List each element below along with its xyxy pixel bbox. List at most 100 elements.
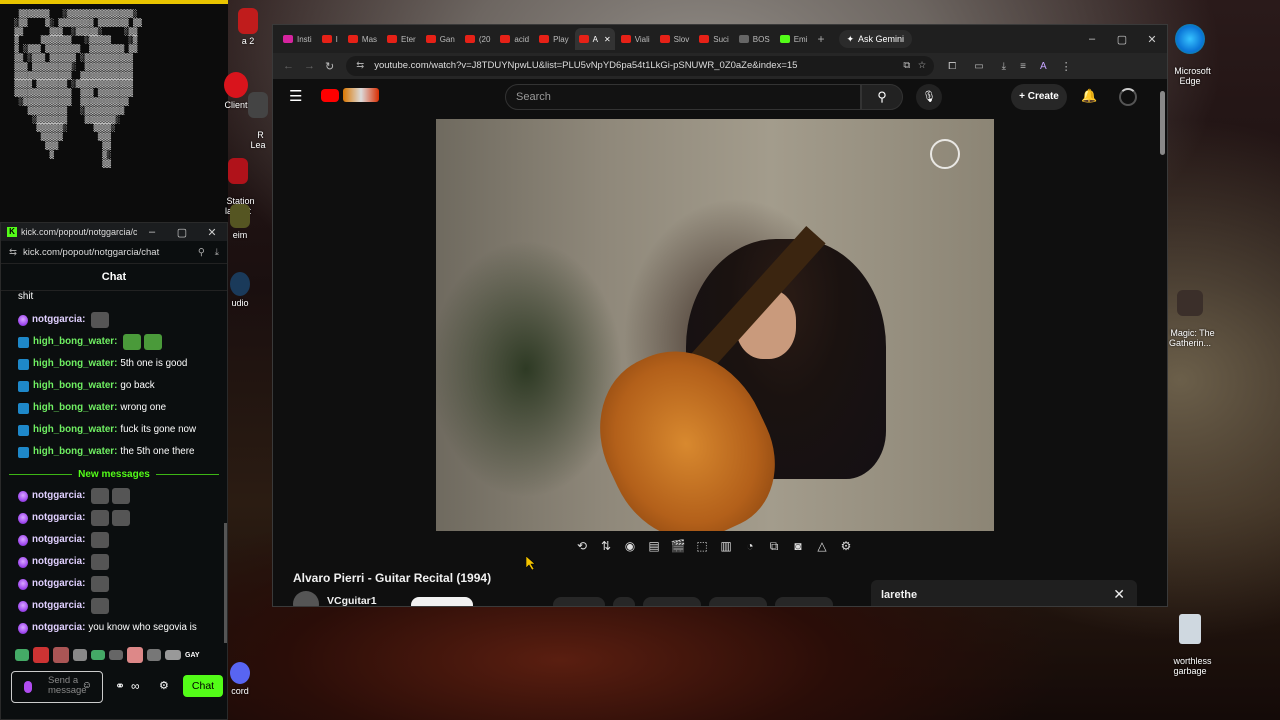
chat-username[interactable]: high_bong_water: bbox=[33, 331, 117, 353]
search-input[interactable]: Search bbox=[505, 84, 861, 110]
chat-username[interactable]: high_bong_water: bbox=[33, 397, 117, 419]
url-text[interactable]: kick.com/popout/notggarcia/chat bbox=[23, 247, 198, 258]
audio-icon[interactable]: ◉ bbox=[621, 539, 639, 559]
sort-icon[interactable]: ⇅ bbox=[597, 539, 615, 559]
loop-button[interactable] bbox=[709, 597, 767, 606]
maximize-icon[interactable]: ▢ bbox=[167, 226, 197, 239]
youtube-logo-icon[interactable] bbox=[321, 89, 339, 102]
bookmark-star-icon[interactable]: ☆ bbox=[918, 56, 927, 76]
speed-icon[interactable]: ◔ bbox=[741, 539, 759, 559]
cinema-icon[interactable]: ▥ bbox=[717, 539, 735, 559]
site-info-icon[interactable]: ⇆ bbox=[356, 56, 364, 76]
browser-tab[interactable]: Mas bbox=[344, 28, 381, 50]
chat-username[interactable]: notggarcia: bbox=[32, 485, 85, 507]
browser-tab[interactable]: Viali bbox=[617, 28, 654, 50]
chat-username[interactable]: high_bong_water: bbox=[33, 375, 117, 397]
forward-icon[interactable]: → bbox=[304, 60, 315, 72]
tab-close-icon[interactable]: ✕ bbox=[604, 35, 611, 44]
page-scrollbar[interactable] bbox=[1160, 91, 1165, 155]
emoji-icon[interactable]: ☺ bbox=[82, 681, 92, 691]
create-button[interactable]: + Create bbox=[1011, 84, 1067, 110]
browser-tab[interactable]: Slov bbox=[656, 28, 694, 50]
browser-tab[interactable]: Gan bbox=[422, 28, 459, 50]
chat-username[interactable]: notggarcia: bbox=[32, 595, 85, 617]
dislike-button[interactable] bbox=[613, 597, 635, 606]
download-icon[interactable]: ⤓ bbox=[1002, 61, 1006, 72]
desktop-icon-magic[interactable]: Magic: The Gatherin... bbox=[1160, 270, 1220, 348]
notifications-bell-icon[interactable]: 🔔 bbox=[1081, 88, 1097, 104]
browser-tab[interactable]: Suci bbox=[695, 28, 733, 50]
chat-message-input[interactable]: Send a message ☺ bbox=[11, 671, 103, 703]
emote-icon[interactable] bbox=[15, 649, 29, 661]
loop-icon[interactable]: ⟲ bbox=[573, 539, 591, 559]
desktop-icon-left[interactable]: a 2 bbox=[218, 8, 278, 46]
extensions-icon[interactable]: ⧠ bbox=[948, 61, 956, 72]
reading-list-icon[interactable]: ≡ bbox=[1020, 61, 1026, 72]
emote-icon[interactable] bbox=[165, 650, 181, 660]
browser-tab[interactable]: Emi bbox=[776, 28, 812, 50]
subscribe-button[interactable] bbox=[411, 597, 473, 606]
site-settings-icon[interactable]: ⇆ bbox=[9, 247, 17, 258]
minimize-icon[interactable]: – bbox=[1077, 33, 1107, 45]
new-tab-icon[interactable]: + bbox=[817, 32, 824, 46]
hamburger-menu-icon[interactable]: ☰ bbox=[289, 87, 302, 105]
chat-username[interactable]: notggarcia: bbox=[32, 551, 85, 573]
emote-icon[interactable] bbox=[127, 647, 143, 663]
desktop-icon-recycle-bin[interactable]: worthless garbage bbox=[1160, 594, 1220, 676]
download-icon[interactable]: ⤓ bbox=[215, 247, 219, 258]
emote-icon[interactable] bbox=[73, 649, 87, 661]
menu-icon[interactable]: ⋮ bbox=[1061, 60, 1072, 73]
settings-gear-icon[interactable]: ⚙ bbox=[837, 539, 855, 559]
address-bar[interactable]: ⇆ youtube.com/watch?v=J8TDUYNpwLU&list=P… bbox=[346, 56, 935, 76]
ask-gemini-button[interactable]: ✦ Ask Gemini bbox=[838, 30, 913, 48]
close-icon[interactable]: ✕ bbox=[1137, 33, 1167, 46]
chat-username[interactable]: notggarcia: bbox=[32, 573, 85, 595]
chat-username[interactable]: notggarcia: bbox=[32, 617, 85, 639]
browser-tab[interactable]: Eter bbox=[383, 28, 420, 50]
chat-username[interactable]: notggarcia: bbox=[32, 309, 85, 331]
browser-tab[interactable]: acid bbox=[496, 28, 533, 50]
close-icon[interactable]: ✕ bbox=[1113, 586, 1125, 603]
chat-username[interactable]: notggarcia: bbox=[32, 529, 85, 551]
popout-icon[interactable]: ⧉ bbox=[765, 539, 783, 559]
browser-tab[interactable]: (20 bbox=[461, 28, 495, 50]
chat-scrollbar[interactable] bbox=[224, 523, 227, 643]
emote-icon[interactable] bbox=[147, 649, 161, 661]
chat-username[interactable]: high_bong_water: bbox=[33, 419, 117, 441]
emote-icon[interactable] bbox=[91, 650, 105, 660]
sidebar-icon[interactable]: ▭ bbox=[974, 61, 983, 72]
browser-tab[interactable]: BOS bbox=[735, 28, 774, 50]
voice-search-button[interactable]: 🎙 bbox=[916, 84, 942, 110]
screenshot-icon[interactable]: ◙ bbox=[789, 539, 807, 559]
video-player[interactable] bbox=[436, 119, 994, 531]
chat-username[interactable]: high_bong_water: bbox=[33, 353, 117, 375]
emote-icon[interactable] bbox=[53, 647, 69, 663]
settings-gear-icon[interactable]: ⚙ bbox=[159, 679, 169, 692]
channel-avatar[interactable] bbox=[293, 591, 319, 606]
clip-icon[interactable]: 🎬 bbox=[669, 539, 687, 559]
filters-icon[interactable]: ▤ bbox=[645, 539, 663, 559]
zoom-icon[interactable]: ⚲ bbox=[198, 247, 205, 258]
share-icon[interactable]: ⚭ bbox=[115, 679, 125, 693]
chat-send-button[interactable]: Chat bbox=[183, 675, 223, 697]
maximize-icon[interactable]: ▢ bbox=[1107, 33, 1137, 46]
aspect-icon[interactable]: ⬚ bbox=[693, 539, 711, 559]
chat-username[interactable]: notggarcia: bbox=[32, 507, 85, 529]
reload-icon[interactable]: ↻ bbox=[325, 60, 334, 73]
like-button[interactable] bbox=[553, 597, 605, 606]
avatar-loading-icon[interactable] bbox=[1119, 88, 1137, 106]
youtube-doodle-logo[interactable] bbox=[343, 88, 379, 102]
back-icon[interactable]: ← bbox=[283, 60, 294, 72]
minimize-icon[interactable]: – bbox=[137, 226, 167, 238]
browser-tab[interactable]: Play bbox=[535, 28, 573, 50]
save-button[interactable] bbox=[775, 597, 833, 606]
close-icon[interactable]: ✕ bbox=[197, 226, 227, 239]
desktop-icon-edge[interactable]: Microsoft Edge bbox=[1160, 4, 1220, 86]
browser-tab[interactable]: A ✕ bbox=[574, 28, 615, 50]
channel-name[interactable]: VCguitar1 bbox=[327, 595, 377, 606]
emote-icon[interactable] bbox=[109, 650, 123, 660]
browser-tab[interactable]: Insti bbox=[279, 28, 316, 50]
share-button[interactable] bbox=[643, 597, 701, 606]
profile-icon[interactable]: A bbox=[1040, 61, 1047, 72]
gay-emote[interactable]: GAY bbox=[185, 652, 200, 659]
